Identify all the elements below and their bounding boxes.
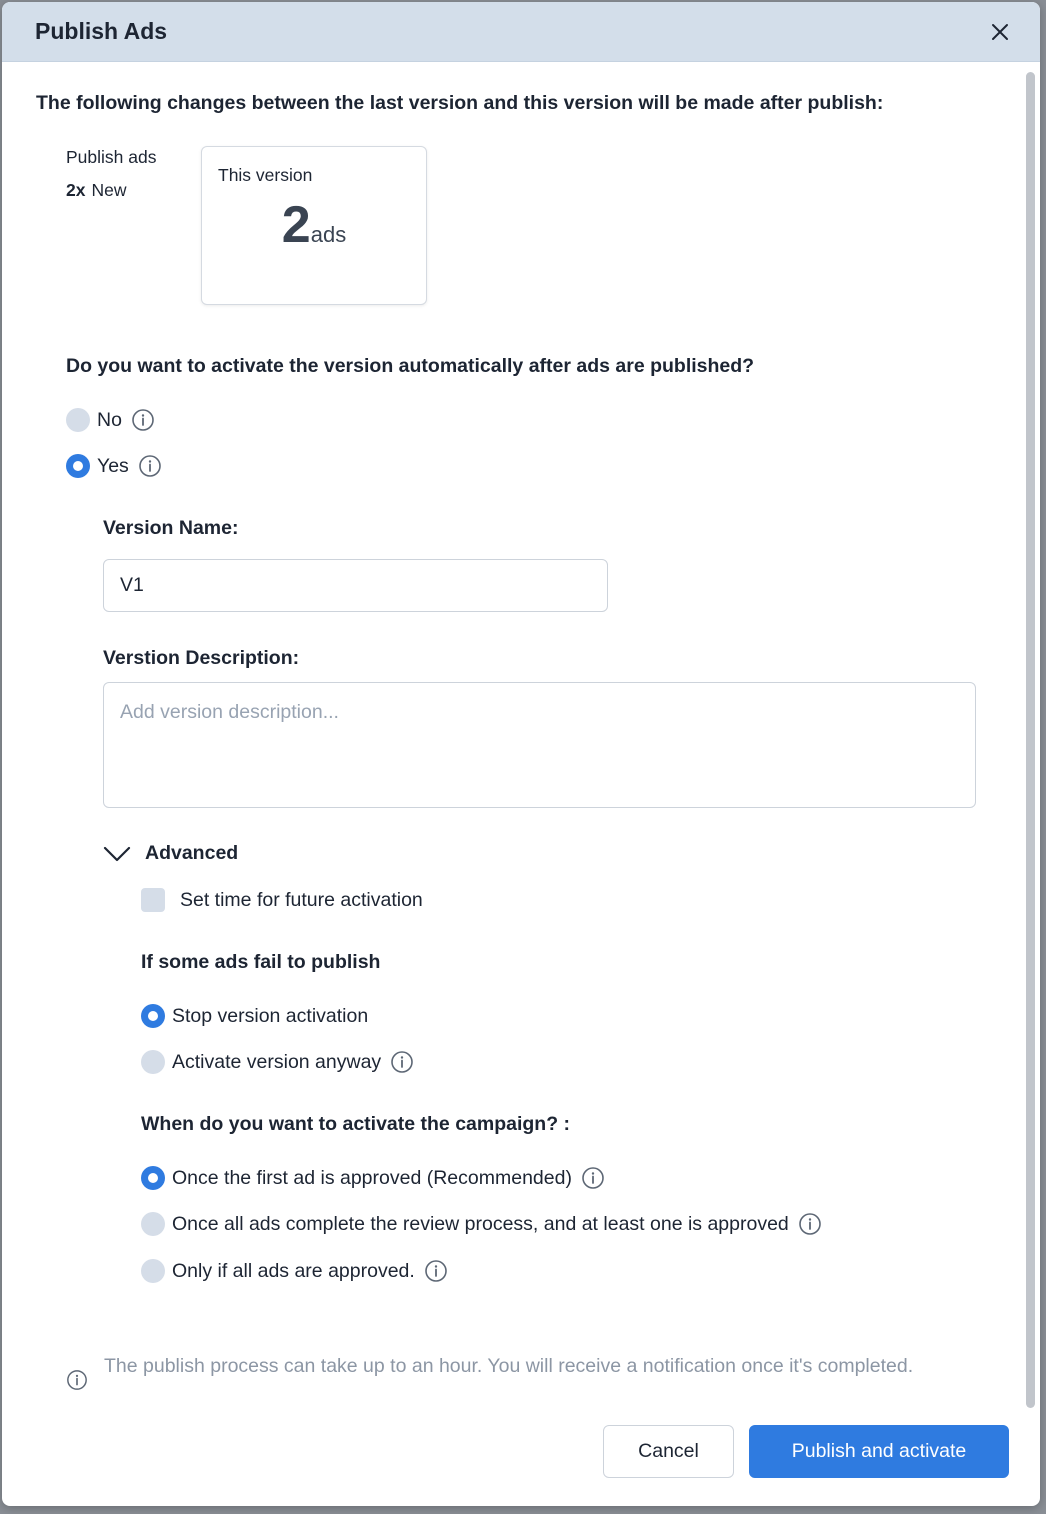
ads-count-number: 2 [281,196,311,254]
radio-no-label: No [97,408,122,431]
ads-count-unit: ads [310,222,347,247]
info-icon[interactable] [581,1166,605,1190]
count-status: New [91,180,127,200]
radio-all-reviewed-label: Once all ads complete the review process… [172,1212,789,1235]
future-activation-checkbox[interactable] [141,888,165,912]
changes-intro: The following changes between the last v… [36,92,884,114]
publish-note-text: The publish process can take up to an ho… [104,1355,914,1377]
activation-question: Do you want to activate the version auto… [66,355,755,377]
radio-option-first-approved[interactable]: Once the first ad is approved (Recommend… [141,1166,605,1190]
radio-option-all-reviewed[interactable]: Once all ads complete the review process… [141,1212,822,1236]
radio-option-stop-activation[interactable]: Stop version activation [141,1004,368,1028]
radio-stop-activation[interactable] [141,1004,165,1028]
radio-all-reviewed[interactable] [141,1212,165,1236]
info-icon[interactable] [138,454,162,478]
close-icon [992,24,1008,40]
radio-option-no[interactable]: No [66,408,155,432]
future-activation-label: Set time for future activation [180,888,423,911]
dialog-title: Publish Ads [35,18,168,44]
radio-activate-anyway-label: Activate version anyway [172,1050,382,1073]
version-description-label: Verstion Description: [103,647,300,669]
close-button[interactable] [986,18,1014,46]
publish-ads-dialog: Publish Ads The following changes betwee… [2,2,1040,1506]
campaign-heading: When do you want to activate the campaig… [141,1113,571,1135]
radio-first-approved[interactable] [141,1166,165,1190]
version-card-label: This version [218,165,313,185]
version-description-input[interactable] [103,682,976,808]
version-name-input[interactable] [103,559,608,612]
radio-yes-label: Yes [97,454,129,477]
radio-no[interactable] [66,408,90,432]
cancel-button[interactable]: Cancel [603,1425,734,1478]
info-icon[interactable] [390,1050,414,1074]
publish-note: The publish process can take up to an ho… [66,1350,946,1396]
radio-option-yes[interactable]: Yes [66,454,162,478]
advanced-label: Advanced [145,842,239,864]
info-icon[interactable] [131,408,155,432]
version-name-label: Version Name: [103,517,239,539]
radio-option-all-approved[interactable]: Only if all ads are approved. [141,1259,448,1283]
dialog-header: Publish Ads [2,2,1040,62]
scrollbar[interactable] [1024,68,1036,1418]
version-card-count: 2ads [202,195,426,255]
info-icon[interactable] [798,1212,822,1236]
info-icon [66,1369,88,1396]
publish-ads-count: 2x New [66,180,126,201]
radio-activate-anyway[interactable] [141,1050,165,1074]
publish-ads-label: Publish ads [66,147,157,167]
radio-all-approved-label: Only if all ads are approved. [172,1259,415,1282]
radio-option-activate-anyway[interactable]: Activate version anyway [141,1050,414,1074]
radio-yes[interactable] [66,454,90,478]
publish-and-activate-button[interactable]: Publish and activate [749,1425,1009,1478]
advanced-toggle[interactable]: Advanced [103,842,238,865]
future-activation-option[interactable]: Set time for future activation [141,888,423,912]
count-multiplier: 2x [66,180,86,200]
radio-stop-activation-label: Stop version activation [172,1004,369,1027]
this-version-card: This version 2ads [201,146,427,305]
fail-heading: If some ads fail to publish [141,951,381,973]
scrollbar-thumb[interactable] [1026,72,1035,1408]
radio-all-approved[interactable] [141,1259,165,1283]
chevron-down-icon [103,846,131,861]
radio-first-approved-label: Once the first ad is approved (Recommend… [172,1166,572,1189]
info-icon[interactable] [424,1259,448,1283]
